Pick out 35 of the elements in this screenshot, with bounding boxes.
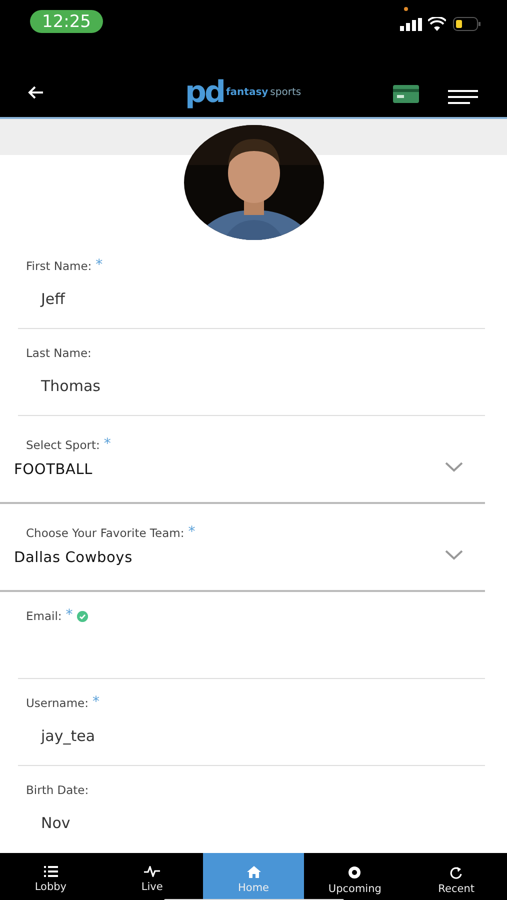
field-label: Last Name:: [26, 346, 92, 360]
tab[interactable]: Recent: [406, 853, 507, 900]
required-asterisk: *: [188, 526, 196, 538]
field-label: Select Sport:: [26, 438, 100, 452]
select-field[interactable]: FOOTBALL: [14, 462, 92, 478]
field-label: Choose Your Favorite Team:: [26, 526, 184, 540]
battery-icon: [453, 17, 481, 31]
field-label: Username:: [26, 696, 88, 710]
wifi-icon: [428, 17, 446, 31]
refresh-icon: [450, 866, 462, 879]
field-label: Email:: [26, 609, 62, 623]
required-asterisk: *: [66, 609, 73, 621]
field-label: Birth Date:: [26, 783, 89, 797]
field-label: First Name:: [26, 259, 92, 273]
required-asterisk: *: [92, 696, 100, 708]
input-field[interactable]: Thomas: [41, 377, 100, 395]
required-asterisk: *: [104, 438, 111, 450]
tab[interactable]: Lobby: [0, 853, 102, 900]
select-field[interactable]: Dallas Cowboys: [14, 550, 132, 566]
input-field[interactable]: jay_tea: [41, 727, 96, 745]
required-asterisk: *: [96, 259, 103, 271]
menu-icon[interactable]: [448, 90, 478, 104]
disc-icon: [348, 866, 362, 879]
input-field[interactable]: Jeff: [41, 290, 65, 308]
tab[interactable]: Live: [101, 853, 203, 900]
chevron-down-icon[interactable]: [445, 462, 463, 472]
back-arrow-icon[interactable]: [28, 86, 44, 99]
home-icon: [246, 866, 261, 878]
status-time: 12:25: [30, 10, 103, 33]
list-icon: [44, 866, 58, 877]
date-field[interactable]: Nov: [41, 814, 70, 832]
pulse-icon: [144, 866, 160, 877]
chevron-down-icon[interactable]: [445, 550, 463, 560]
card-icon[interactable]: [393, 85, 419, 103]
signal-icon: [400, 18, 422, 31]
